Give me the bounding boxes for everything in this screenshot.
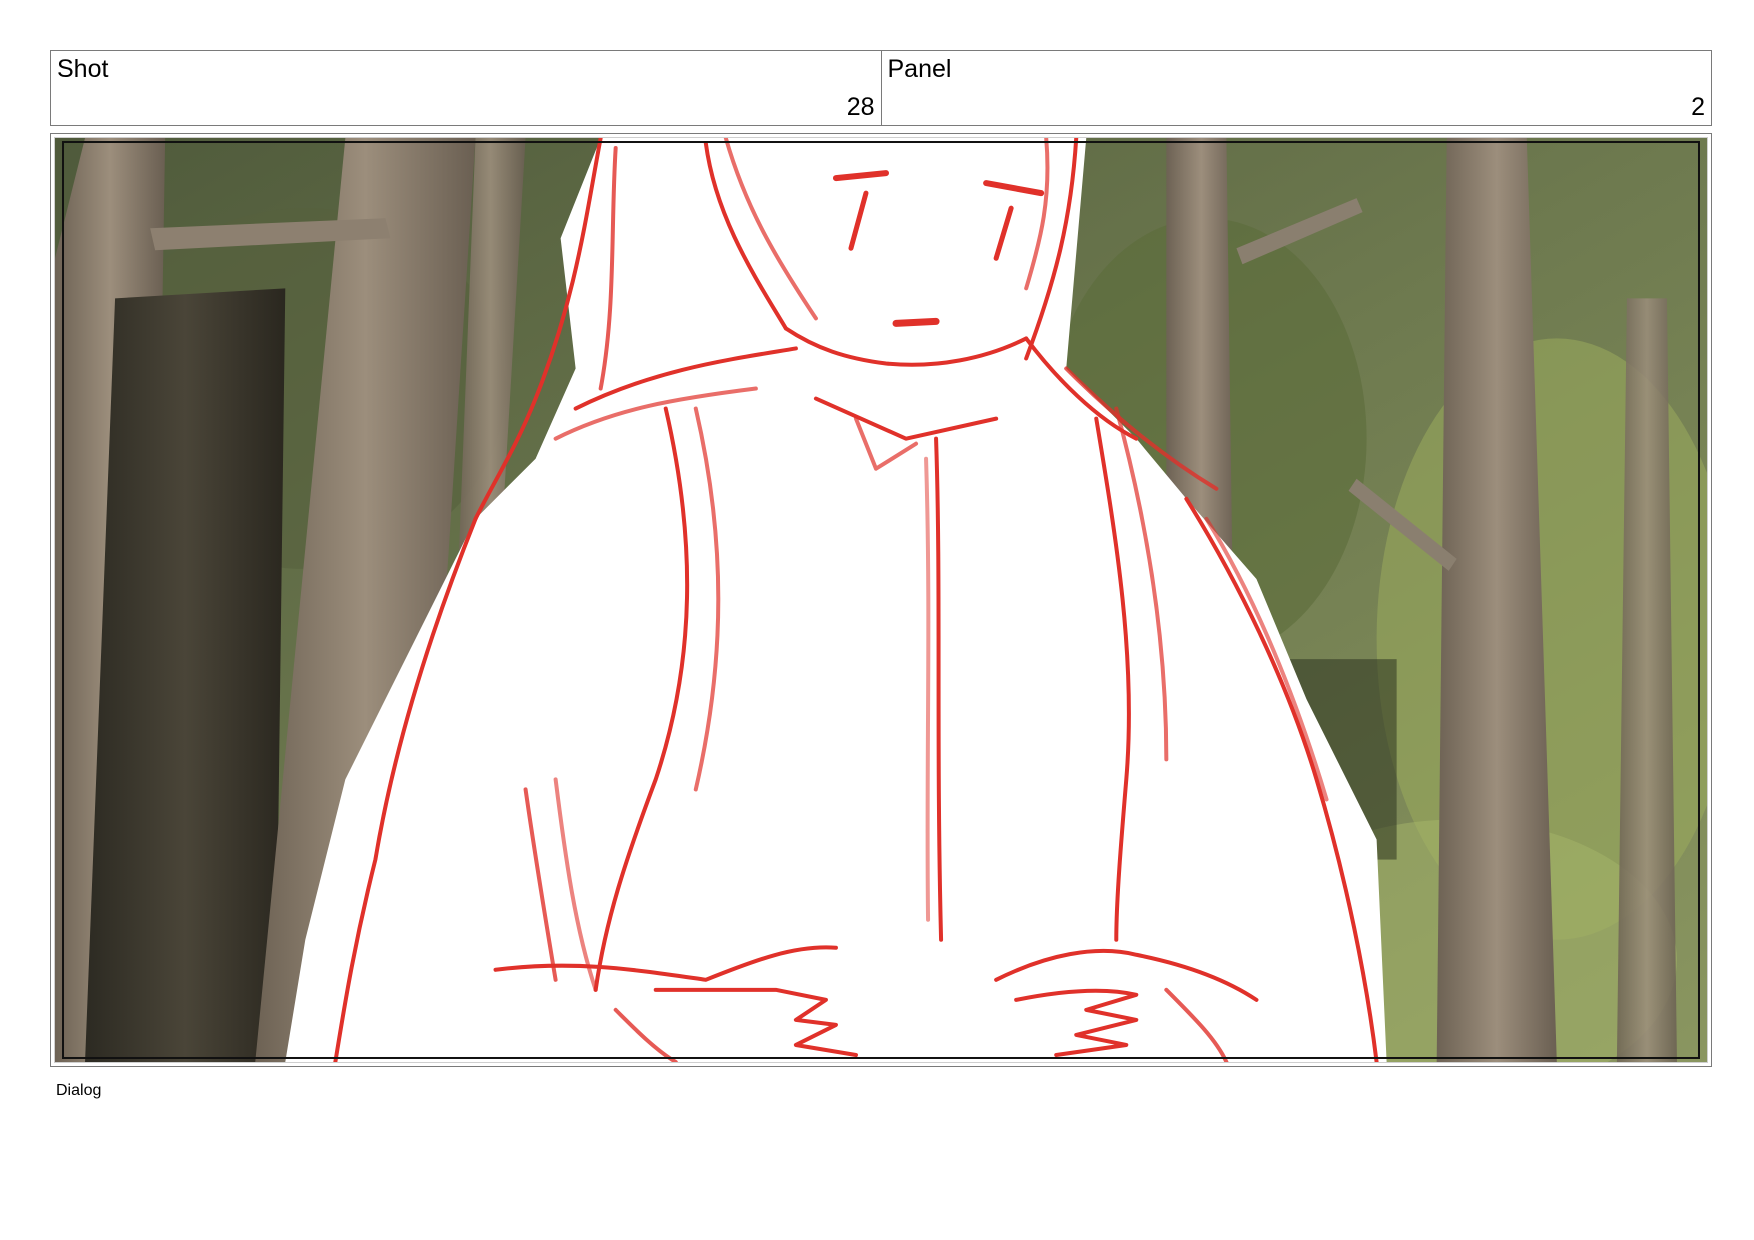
panel-label: Panel (887, 55, 952, 83)
shot-number: 28 (846, 93, 875, 121)
shot-panel-header: Shot 28 Panel 2 (50, 50, 1712, 126)
dialog-label: Dialog (56, 1082, 102, 1099)
storyboard-panel-image (54, 137, 1708, 1063)
storyboard-panel-frame (50, 133, 1712, 1067)
panel-cell: Panel 2 (880, 51, 1712, 125)
panel-artwork (55, 138, 1707, 1062)
panel-number: 2 (1691, 93, 1705, 121)
shot-label: Shot (57, 55, 109, 83)
shot-cell: Shot 28 (51, 51, 881, 125)
